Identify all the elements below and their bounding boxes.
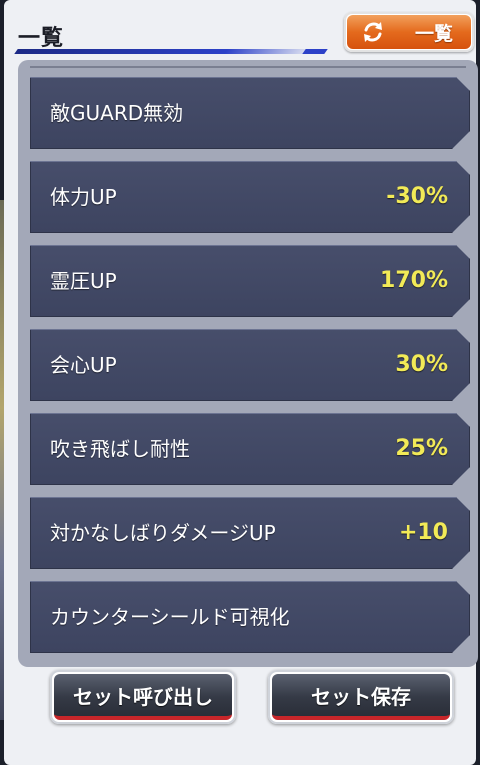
effect-row: 会心UP 30%	[30, 329, 470, 401]
panel-divider	[30, 66, 466, 68]
effect-value: 30%	[395, 352, 448, 377]
refresh-icon	[364, 22, 382, 42]
load-set-button[interactable]: セット呼び出し	[50, 670, 236, 724]
list-toggle-button[interactable]: 一覧	[344, 12, 474, 52]
effect-row: カウンターシールド可視化	[30, 581, 470, 653]
effects-panel: 敵GUARD無効 体力UP -30% 霊圧UP 170% 会心UP 30% 吹き…	[18, 60, 478, 667]
effect-row: 体力UP -30%	[30, 161, 470, 233]
effect-row: 対かなしばりダメージUP +10	[30, 497, 470, 569]
effect-row: 敵GUARD無効	[30, 77, 470, 149]
effect-value: 170%	[380, 268, 448, 293]
window-header: 一覧 一覧	[14, 12, 474, 56]
list-toggle-label: 一覧	[414, 22, 453, 45]
effect-value: +10	[398, 520, 448, 545]
effect-label: 体力UP	[50, 185, 117, 209]
effect-label: 会心UP	[50, 353, 117, 377]
effect-row: 霊圧UP 170%	[30, 245, 470, 317]
effect-label: 対かなしばりダメージUP	[50, 521, 276, 545]
title-underline-accent	[302, 49, 328, 54]
title-underline	[14, 49, 318, 54]
effect-label: カウンターシールド可視化	[50, 605, 290, 629]
effect-label: 敵GUARD無効	[50, 101, 184, 125]
load-set-label: セット呼び出し	[73, 684, 213, 709]
effect-row: 吹き飛ばし耐性 25%	[30, 413, 470, 485]
save-set-button[interactable]: セット保存	[268, 670, 454, 724]
effect-label: 霊圧UP	[50, 269, 117, 293]
effect-value: -30%	[386, 184, 448, 209]
save-set-label: セット保存	[311, 684, 411, 709]
effect-list-window: 一覧 一覧 敵GUARD無効 体力UP -30% 霊圧UP 170% 会心UP …	[4, 0, 478, 765]
effect-value: 25%	[395, 436, 448, 461]
effect-label: 吹き飛ばし耐性	[50, 437, 190, 461]
window-title: 一覧	[18, 26, 65, 51]
